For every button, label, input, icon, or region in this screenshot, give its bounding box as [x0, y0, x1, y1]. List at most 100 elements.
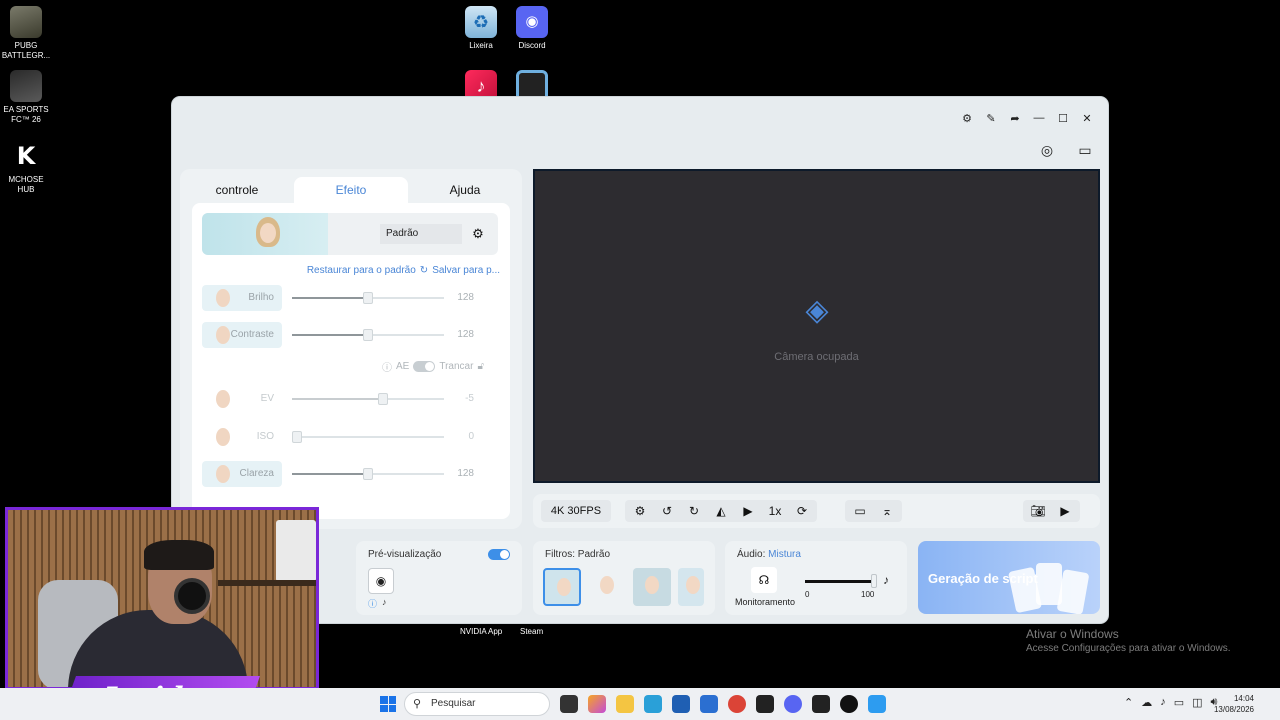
gear-icon[interactable]: ⚙: [468, 224, 488, 244]
slider-track[interactable]: [292, 468, 444, 480]
slider-brilho[interactable]: Brilho 128: [202, 285, 492, 311]
frame-icon[interactable]: ▭: [849, 500, 871, 522]
slider-handle[interactable]: [378, 393, 389, 405]
volume-slider[interactable]: [805, 580, 875, 583]
webcam-icon[interactable]: ◎: [1034, 137, 1060, 163]
discord-taskbar-icon[interactable]: [784, 695, 802, 713]
copilot-icon[interactable]: [588, 695, 606, 713]
minimize-icon[interactable]: —: [1032, 111, 1046, 125]
slider-track[interactable]: [292, 431, 444, 443]
headset-icon: [174, 578, 210, 614]
reset-icon[interactable]: ⟳: [791, 500, 813, 522]
preview-toolbar: 4K 30FPS ⚙ ↺ ↻ ◭ ▶ 1x ⟳ ▭ ⌅ 📷︎ ▶: [533, 494, 1100, 528]
script-generation-banner[interactable]: Geração de script: [918, 541, 1100, 614]
task-view-icon[interactable]: [560, 695, 578, 713]
rotate-right-icon[interactable]: ↻: [683, 500, 705, 522]
slider-handle[interactable]: [363, 329, 373, 341]
store-icon[interactable]: [672, 695, 690, 713]
desktop-icon-recycle-bin[interactable]: ♻ Lixeira: [455, 6, 507, 51]
slider-clareza[interactable]: Clareza 128: [202, 461, 492, 487]
cloud-icon[interactable]: ☁: [1141, 696, 1152, 709]
headphones-icon[interactable]: ☊: [751, 567, 777, 593]
video-record-icon[interactable]: ▶: [1054, 500, 1076, 522]
app-logo-icon: ◈: [805, 293, 829, 328]
resolution-selector[interactable]: 4K 30FPS: [541, 500, 611, 522]
mirror-icon[interactable]: ◭: [710, 500, 732, 522]
rotate-left-icon[interactable]: ↺: [656, 500, 678, 522]
refresh-icon[interactable]: ↻: [420, 265, 428, 276]
tab-controle[interactable]: controle: [180, 177, 294, 203]
slider-track[interactable]: [292, 292, 444, 304]
slider-handle[interactable]: [363, 468, 373, 480]
mic-tray-icon[interactable]: ♪: [1160, 696, 1166, 709]
volume-handle[interactable]: [871, 574, 877, 588]
file-explorer-icon[interactable]: [616, 695, 634, 713]
capcut-2-icon[interactable]: [812, 695, 830, 713]
capcut-icon[interactable]: [756, 695, 774, 713]
chevron-up-icon[interactable]: ⌃: [1124, 696, 1133, 709]
flip-icon[interactable]: ▶: [737, 500, 759, 522]
slider-ev[interactable]: EV -5: [202, 386, 492, 412]
slider-label: Clareza: [202, 461, 282, 487]
desktop-icon-mchose[interactable]: K MCHOSE HUB: [0, 140, 52, 195]
edge-icon[interactable]: [644, 695, 662, 713]
close-icon[interactable]: ✕: [1080, 111, 1094, 125]
slider-handle[interactable]: [363, 292, 373, 304]
desktop-icon-pubg[interactable]: PUBG BATTLEGR...: [0, 6, 52, 61]
settings-panel: controle Efeito Ajuda Padrão ⚙ Restaurar…: [180, 169, 522, 529]
filter-thumb[interactable]: [588, 568, 626, 606]
slider-track[interactable]: [292, 329, 444, 341]
camera-status-message: Câmera ocupada: [774, 351, 859, 363]
slider-value: 128: [457, 329, 474, 340]
restore-default-link[interactable]: Restaurar para o padrão: [307, 265, 416, 276]
filter-thumb[interactable]: [678, 568, 704, 606]
display-icon[interactable]: ▭: [1174, 696, 1184, 709]
slider-label: ISO: [202, 424, 282, 450]
camera-device-icon[interactable]: ◉: [368, 568, 394, 594]
lock-icon[interactable]: 🔓︎: [477, 361, 483, 372]
zoom-level[interactable]: 1x: [764, 500, 786, 522]
settings-icon[interactable]: ⚙: [960, 111, 974, 125]
photo-capture-icon[interactable]: 📷︎: [1027, 500, 1049, 522]
desktop-icon-label-steam[interactable]: Steam: [520, 627, 543, 636]
filter-thumb[interactable]: [633, 568, 671, 606]
chrome-icon[interactable]: [728, 695, 746, 713]
camera-app-taskbar-icon[interactable]: [868, 695, 886, 713]
maximize-icon[interactable]: ☐: [1056, 111, 1070, 125]
slider-handle[interactable]: [292, 431, 302, 443]
share-icon[interactable]: ➦: [1008, 111, 1022, 125]
start-button[interactable]: [380, 696, 396, 712]
monitor-label: Monitoramento: [735, 597, 796, 607]
pin-icon[interactable]: ✎: [984, 111, 998, 125]
app-icon[interactable]: [840, 695, 858, 713]
filters-title: Filtros: Padrão: [545, 549, 611, 560]
clock[interactable]: 14:04 13/08/2026: [1214, 693, 1254, 715]
view-buttons: ◎ ▭: [1034, 137, 1098, 163]
screen-icon[interactable]: ▭: [1072, 137, 1098, 163]
previz-toggle[interactable]: [488, 549, 510, 560]
desktop-icon-label-nvidia[interactable]: NVIDIA App: [460, 627, 502, 636]
ae-toggle[interactable]: [413, 361, 436, 372]
slider-contraste[interactable]: Contraste 128: [202, 322, 492, 348]
tab-ajuda[interactable]: Ajuda: [408, 177, 522, 203]
microphone-icon[interactable]: ♪: [883, 573, 889, 587]
camera-settings-icon[interactable]: ⚙: [629, 500, 651, 522]
preset-selector[interactable]: Padrão ⚙: [202, 213, 498, 255]
view-controls: ▭ ⌅: [845, 500, 902, 522]
outlook-icon[interactable]: [700, 695, 718, 713]
desktop-icon-discord[interactable]: ◉ Discord: [506, 6, 558, 51]
slider-track[interactable]: [292, 393, 444, 405]
slider-iso[interactable]: ISO 0: [202, 424, 492, 450]
desktop-icon-fc26[interactable]: EA SPORTS FC™ 26: [0, 70, 52, 125]
crop-icon[interactable]: ⌅: [876, 500, 898, 522]
taskbar-search[interactable]: ⚲ Pesquisar: [404, 692, 550, 716]
network-icon[interactable]: ◫: [1192, 696, 1202, 709]
ae-row: ⓘ AE Trancar 🔓︎: [382, 359, 484, 374]
tab-efeito[interactable]: Efeito: [294, 177, 408, 203]
preset-name[interactable]: Padrão: [380, 224, 462, 244]
save-preset-link[interactable]: Salvar para p...: [432, 265, 500, 276]
desktop-icon-label: MCHOSE HUB: [8, 175, 44, 194]
clock-time: 14:04: [1233, 694, 1254, 703]
filter-thumb[interactable]: [543, 568, 581, 606]
camera-controls: ⚙ ↺ ↻ ◭ ▶ 1x ⟳: [625, 500, 817, 522]
